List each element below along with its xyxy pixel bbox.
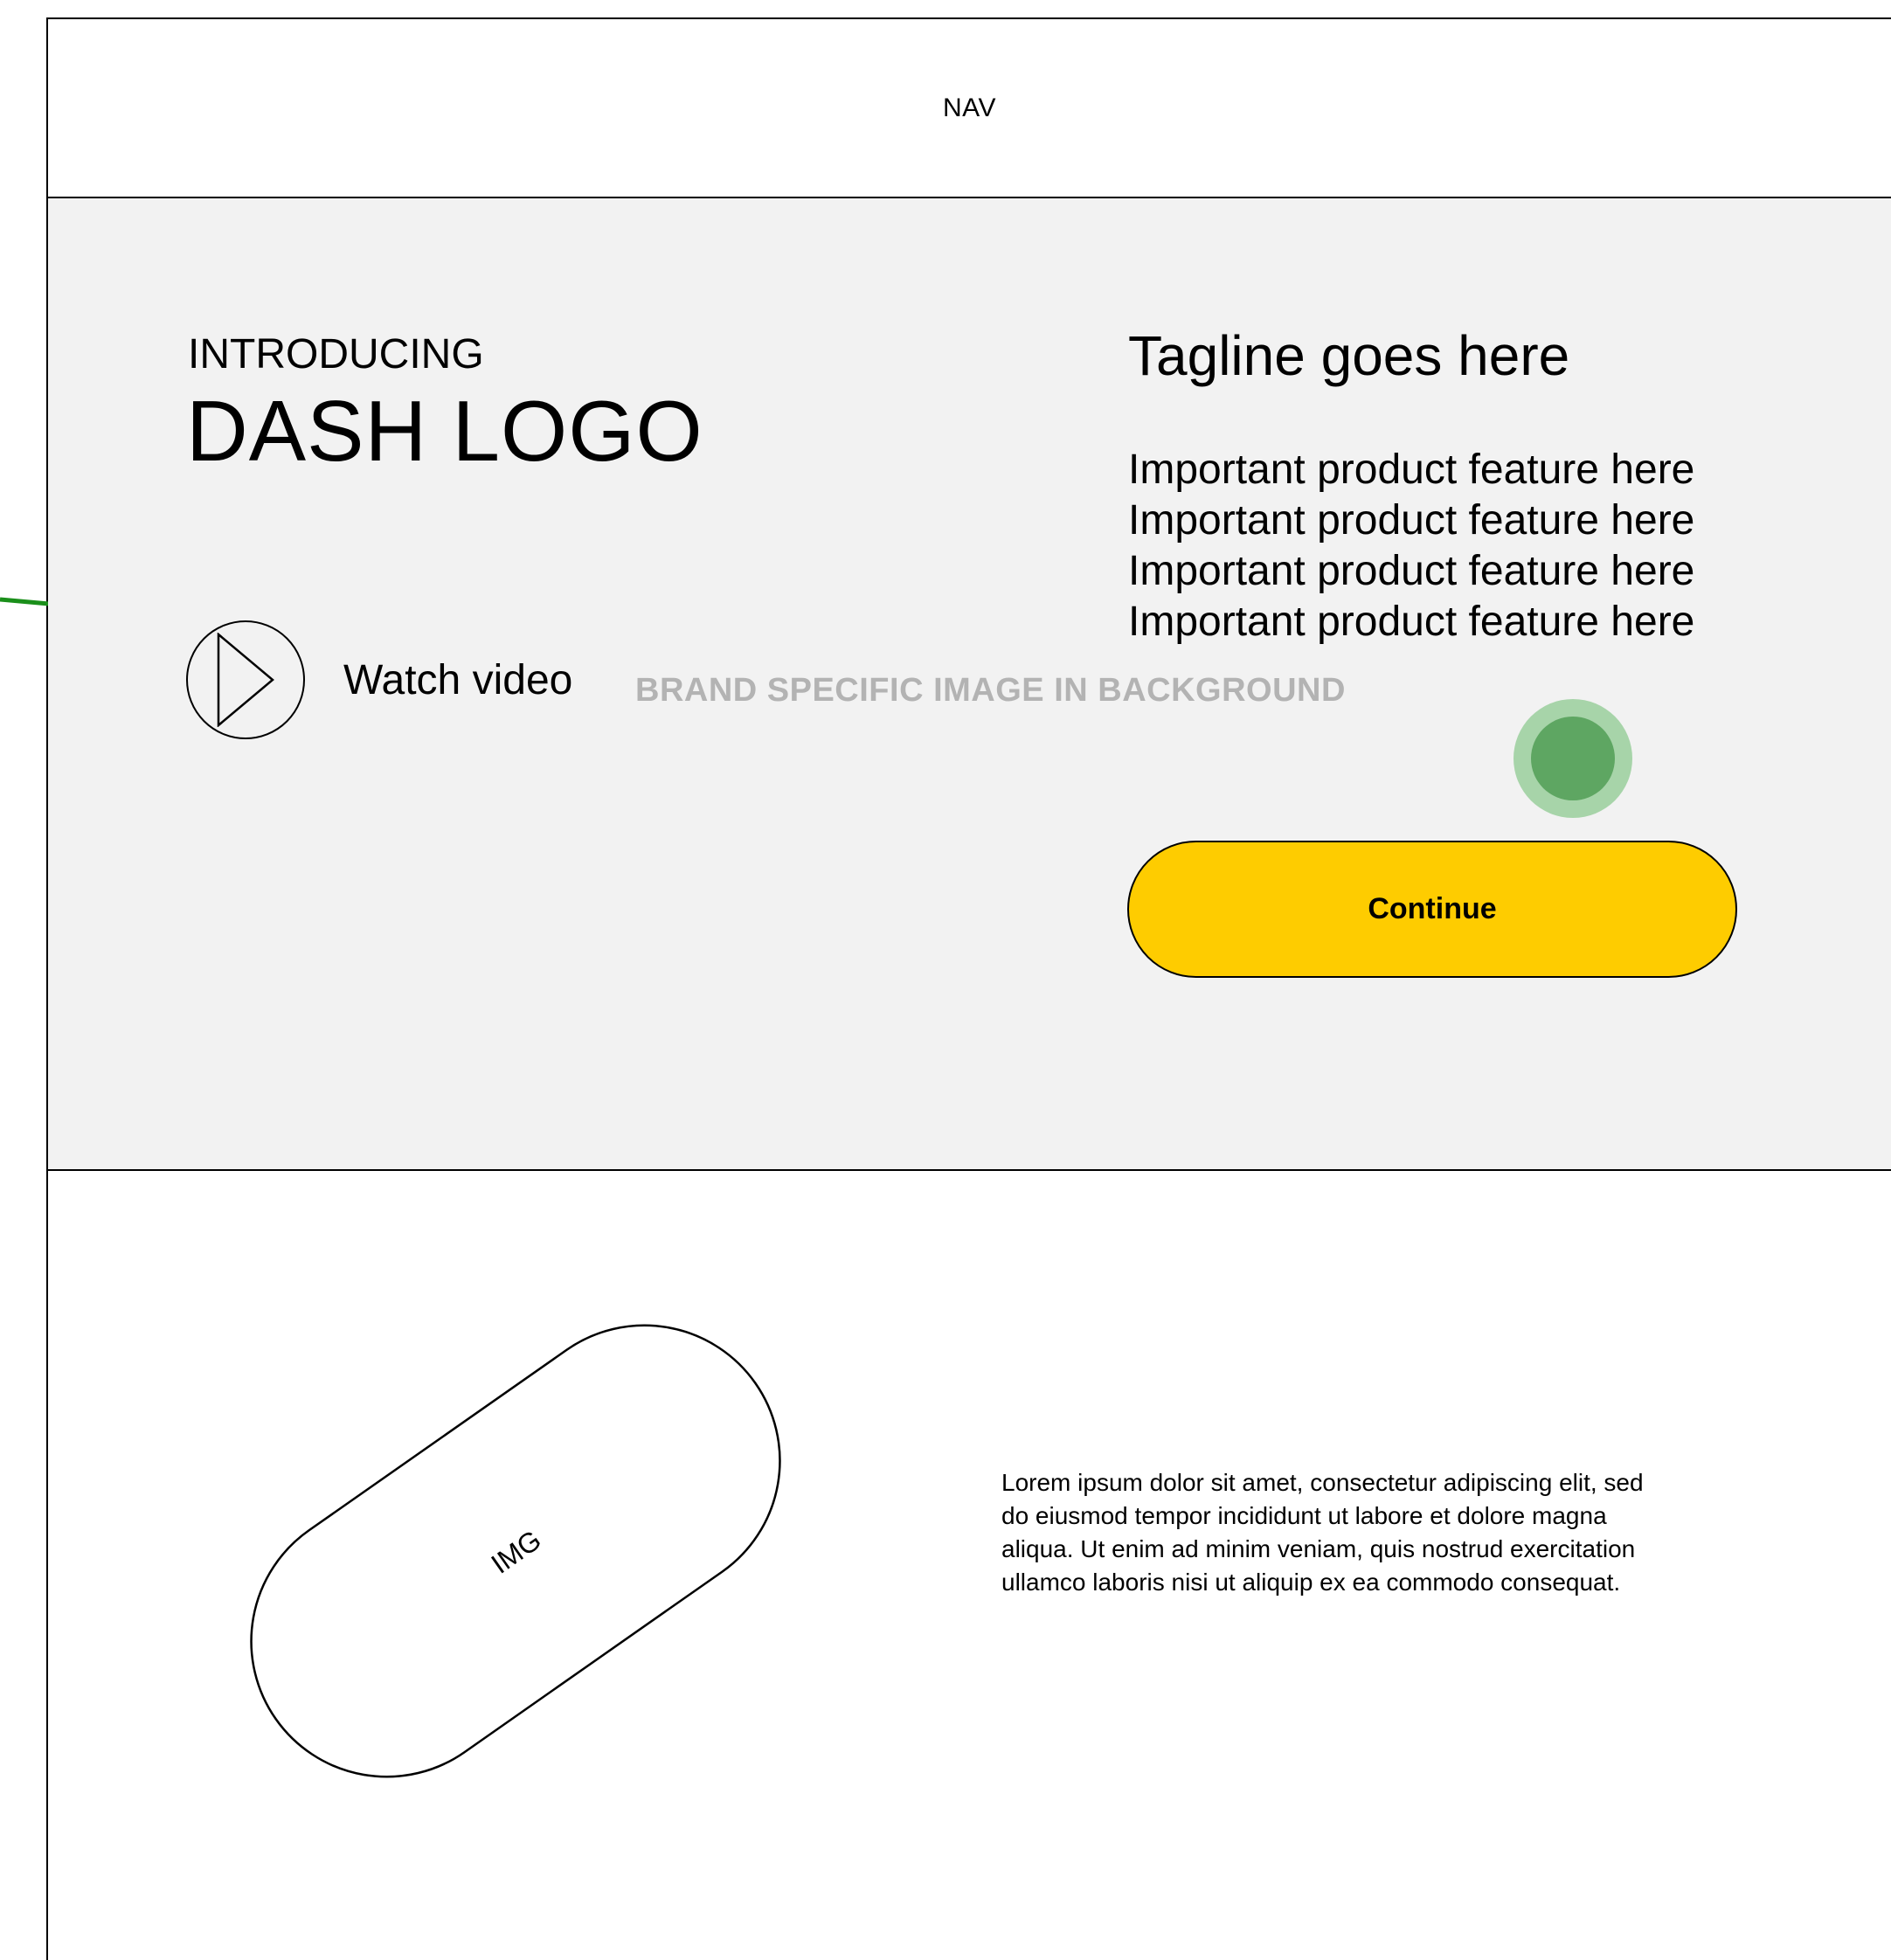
feature-item: Important product feature here: [1128, 497, 1695, 544]
feature-item: Important product feature here: [1128, 447, 1695, 493]
click-indicator-core: [1531, 717, 1615, 800]
play-triangle-icon: [217, 633, 274, 727]
page: NAV INTRODUCING DASH LOGO Watch video BR…: [0, 0, 1891, 1960]
nav-bar[interactable]: NAV: [48, 19, 1891, 197]
watch-video-label: Watch video: [343, 656, 573, 703]
feature-item: Important product feature here: [1128, 599, 1695, 645]
dash-logo: DASH LOGO: [186, 383, 703, 479]
cursor-trail: [0, 597, 50, 606]
background-image-note: BRAND SPECIFIC IMAGE IN BACKGROUND: [635, 672, 1346, 709]
image-placeholder: IMG: [250, 1324, 781, 1778]
hero-section: INTRODUCING DASH LOGO Watch video BRAND …: [48, 197, 1891, 1171]
body-paragraph: Lorem ipsum dolor sit amet, consectetur …: [1001, 1469, 1644, 1596]
feature-item: Important product feature here: [1128, 548, 1695, 594]
continue-button-label: Continue: [1368, 892, 1497, 925]
nav-label: NAV: [943, 93, 996, 122]
intro-text: INTRODUCING: [188, 331, 484, 377]
click-indicator: [1513, 699, 1632, 818]
tagline: Tagline goes here: [1128, 324, 1570, 387]
continue-button[interactable]: Continue: [1127, 841, 1737, 978]
feature-list: Important product feature here Important…: [1128, 445, 1694, 648]
watch-video-link[interactable]: Watch video: [186, 620, 572, 739]
play-icon[interactable]: [186, 620, 305, 739]
